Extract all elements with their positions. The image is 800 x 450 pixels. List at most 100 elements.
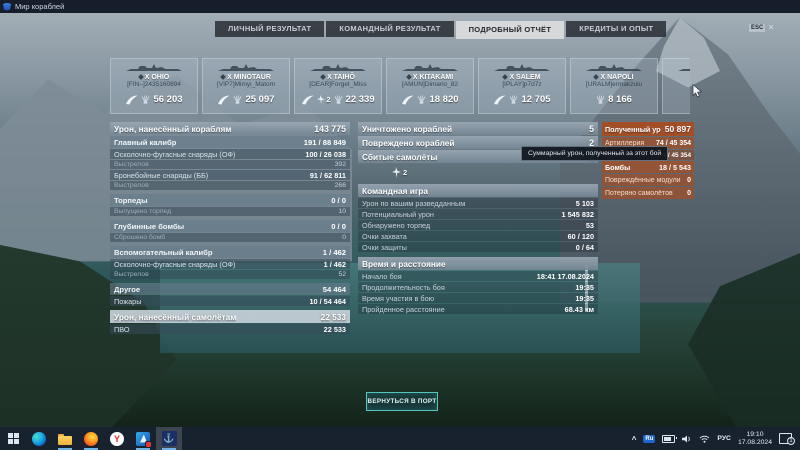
- yandex-icon: Y: [110, 432, 124, 446]
- ship-card[interactable]: X KITAKAMI [AMUN]Dimario_82 18 820: [386, 58, 474, 114]
- esc-close[interactable]: ESC ×: [749, 23, 774, 32]
- row-label: Очки захвата: [362, 232, 407, 241]
- wifi-icon[interactable]: [699, 435, 710, 443]
- damage-crest-icon: [334, 95, 343, 104]
- action-center-icon[interactable]: 1: [779, 433, 792, 444]
- row-value: 143 775: [314, 124, 346, 134]
- result-tab[interactable]: ЛИЧНЫЙ РЕЗУЛЬТАТ: [215, 21, 324, 37]
- damage-crest-icon: [233, 95, 242, 104]
- firefox-icon: [84, 432, 98, 446]
- damaged-ships-carousel: X OHIO [FIN–]2435160894 56 203: [110, 58, 690, 116]
- row-label: Продолжительность боя: [362, 283, 445, 292]
- start-button[interactable]: [0, 427, 26, 450]
- damage-crest-icon: [141, 95, 150, 104]
- report-row: Начало боя 18:41 17.08.2024: [358, 271, 598, 281]
- close-icon[interactable]: ×: [768, 23, 773, 32]
- row-label: ПВО: [114, 325, 130, 334]
- ship-card[interactable]: X OHIO [FIN–]2435160894 56 203: [110, 58, 198, 114]
- row-value: 22 533: [321, 312, 346, 322]
- lang-badge[interactable]: Ru: [643, 435, 655, 443]
- report-row: ПВО 22 533: [110, 324, 350, 334]
- ship-class-icon: [220, 74, 226, 80]
- ship-name-row: X NAPOLI: [571, 73, 657, 81]
- destroyed-wing-icon: [217, 95, 230, 105]
- row-label: Осколочно-фугасные снаряды (ОФ): [114, 260, 235, 269]
- section-title: Время и расстояние: [362, 259, 446, 269]
- edge-icon: [32, 432, 46, 446]
- ship-card[interactable]: X SALEM [IPLAY]p7d7z 12 705: [478, 58, 566, 114]
- damage-value: 18 820: [429, 94, 458, 105]
- start-icon: [8, 433, 19, 444]
- row-label: Очки защиты: [362, 243, 407, 252]
- window-titlebar: Мир кораблей: [0, 0, 800, 13]
- ship-name-row: X KITAKAMI: [387, 73, 473, 81]
- row-value: 266: [335, 182, 346, 189]
- section-title: Командная игра: [362, 186, 428, 196]
- row-value: 0 / 0: [331, 196, 346, 205]
- ship-silhouette-icon: [676, 61, 690, 73]
- hidden-icons-chevron[interactable]: ^: [632, 435, 637, 444]
- ship-name-row: X SALEM: [479, 73, 565, 81]
- ship-name: X SALEM: [509, 74, 540, 81]
- explorer-app[interactable]: [52, 427, 78, 450]
- time-distance-header: Время и расстояние: [358, 257, 598, 270]
- row-value: 18 / 5 543: [659, 163, 691, 172]
- row-value: 60 / 120: [568, 232, 594, 241]
- report-row: Выстрелов 266: [110, 181, 350, 190]
- row-value: 22 533: [324, 325, 346, 334]
- ship-name: X NAPOLI: [600, 74, 633, 81]
- ship-card[interactable]: X MINOTAUR [VIP7]Mimyi_Matom 25 097: [202, 58, 290, 114]
- return-to-port-button[interactable]: ВЕРНУТЬСЯ В ПОРТ: [366, 392, 438, 411]
- row-label: Урон, нанесённый кораблям: [114, 124, 231, 134]
- destroyed-wing-icon: [493, 95, 506, 105]
- row-value: 19:35: [575, 294, 594, 303]
- keyboard-layout[interactable]: РУС: [717, 435, 731, 442]
- row-label: Потеряно самолётов: [605, 190, 673, 197]
- ship-damage-row: 25 097: [203, 94, 289, 105]
- row-value: 100 / 26 038: [305, 150, 346, 159]
- row-value: 52: [338, 271, 346, 278]
- ship-silhouette-icon: [308, 61, 368, 73]
- report-row: Потеряно самолётов 0: [602, 187, 694, 199]
- ship-class-icon: [503, 74, 509, 80]
- result-tab[interactable]: ПОДРОБНЫЙ ОТЧЁТ: [456, 21, 565, 39]
- row-value: 0: [687, 177, 691, 184]
- row-label: Торпеды: [114, 196, 148, 205]
- row-value: 50 897: [665, 124, 691, 134]
- row-label: Урон, нанесённый самолётам: [114, 312, 236, 322]
- edge-app[interactable]: [26, 427, 52, 450]
- result-tab[interactable]: КОМАНДНЫЙ РЕЗУЛЬТАТ: [326, 21, 453, 37]
- ship-card[interactable]: [662, 58, 690, 114]
- damage-received-panel: Полученный урон 50 897 Артиллерия 74 / 4…: [602, 122, 694, 200]
- ship-card[interactable]: X TAIHŌ [DEAR]Forget_Miss 2: [294, 58, 382, 114]
- battery-icon[interactable]: [662, 435, 675, 443]
- ship-silhouette-icon: [492, 61, 552, 73]
- wows-app[interactable]: ⚓: [156, 427, 182, 450]
- mouse-cursor: [692, 84, 703, 98]
- yandex-app[interactable]: Y: [104, 427, 130, 450]
- fighters-count: 2: [403, 168, 407, 177]
- row-label: Обнаружено торпед: [362, 221, 430, 230]
- ship-silhouette-icon: [400, 61, 460, 73]
- taskbar-clock[interactable]: 19:10 17.08.2024: [738, 431, 772, 446]
- tab-label: КРЕДИТЫ И ОПЫТ: [579, 24, 653, 33]
- ship-class-icon: [320, 74, 326, 80]
- report-row: Уничтожено кораблей 5: [358, 122, 598, 135]
- row-label: Урон по вашим разведданным: [362, 199, 465, 208]
- report-row: Осколочно-фугасные снаряды (ОФ) 1 / 462: [110, 259, 350, 269]
- explorer-icon: [58, 436, 72, 445]
- game-center-app[interactable]: [130, 427, 156, 450]
- row-label: Время участия в бою: [362, 294, 434, 303]
- row-label: Выстрелов: [114, 161, 149, 168]
- row-value: 91 / 62 811: [310, 171, 346, 180]
- result-tab[interactable]: КРЕДИТЫ И ОПЫТ: [566, 21, 666, 37]
- team-play-header: Командная игра: [358, 184, 598, 197]
- speaker-icon[interactable]: [682, 435, 692, 443]
- planes-destroyed: 2: [317, 95, 330, 104]
- ship-name-row: [663, 73, 690, 81]
- report-row: Полученный урон 50 897: [602, 122, 694, 136]
- ship-card[interactable]: X NAPOLI [URALM]ermakzulu 8 166: [570, 58, 658, 114]
- app-shield-icon: [3, 3, 11, 11]
- ship-damage-row: 18 820: [387, 94, 473, 105]
- firefox-app[interactable]: [78, 427, 104, 450]
